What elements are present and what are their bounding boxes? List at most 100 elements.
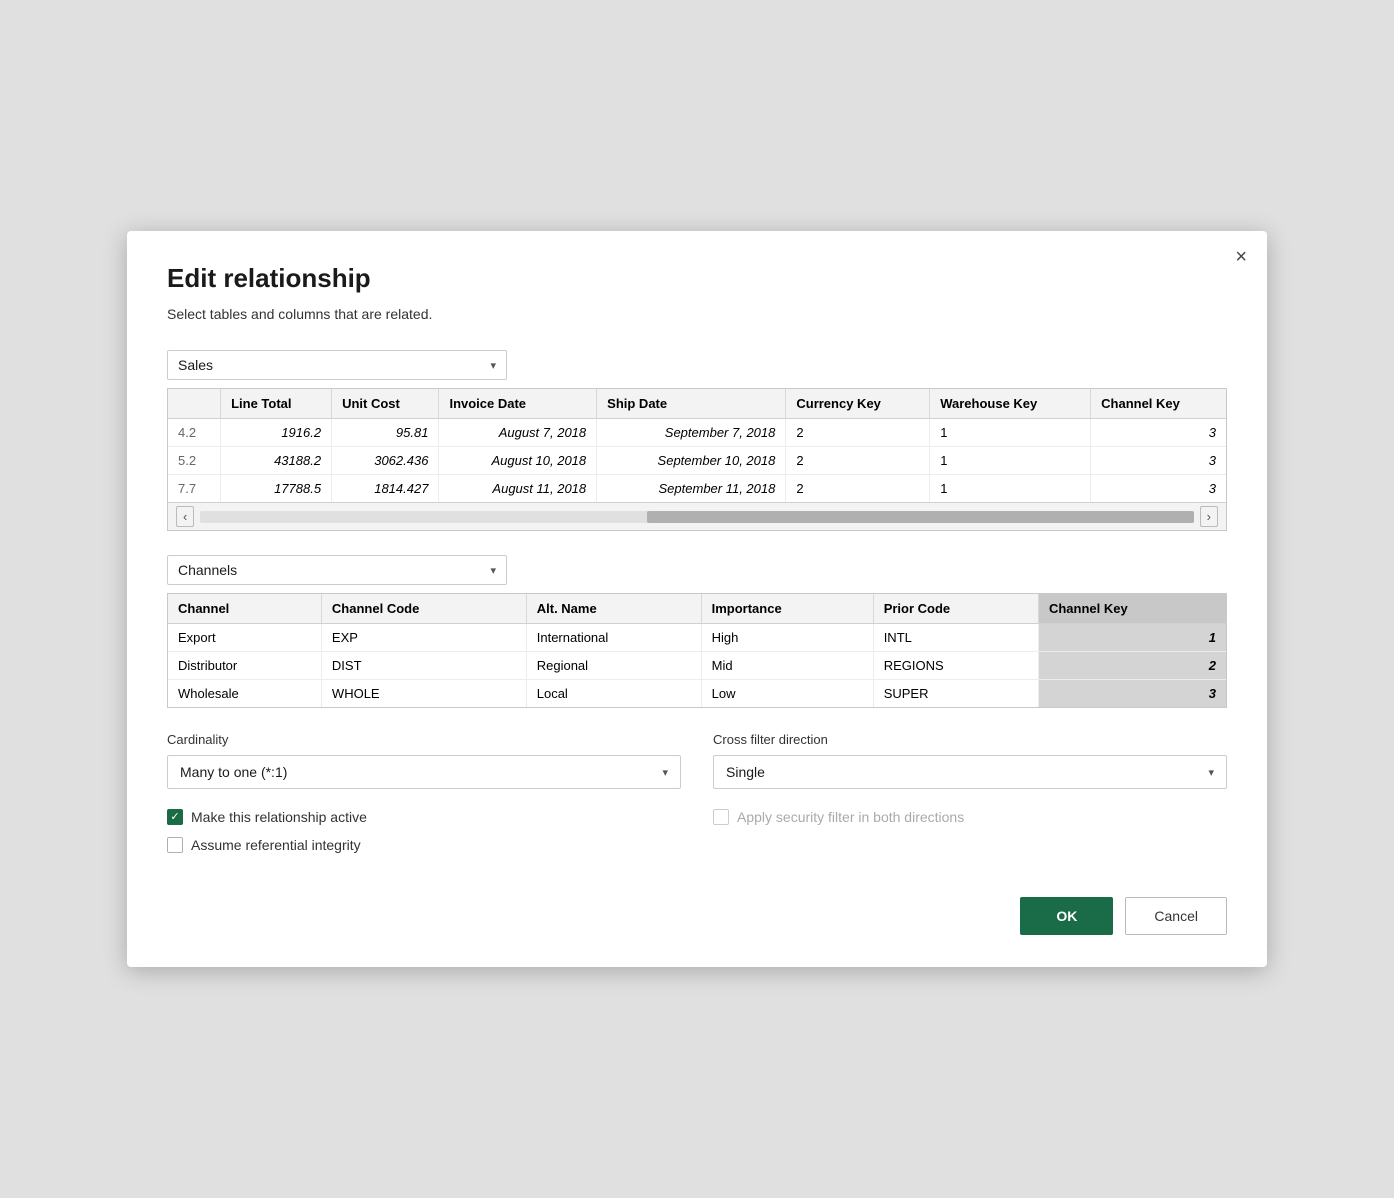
scroll-thumb bbox=[647, 511, 1193, 523]
scroll-right-button[interactable]: › bbox=[1200, 506, 1218, 527]
dialog-title: Edit relationship bbox=[167, 263, 1227, 294]
col-header-num bbox=[168, 389, 221, 419]
table2-dropdown-value: Channels bbox=[178, 562, 237, 578]
row-num: 4.2 bbox=[168, 419, 221, 447]
close-button[interactable]: × bbox=[1235, 247, 1247, 267]
col2-header-alt-name: Alt. Name bbox=[526, 594, 701, 624]
cell-prior-code: REGIONS bbox=[873, 652, 1038, 680]
cell-unit-cost: 95.81 bbox=[332, 419, 439, 447]
table1-dropdown[interactable]: Sales ▾ bbox=[167, 350, 507, 380]
scroll-left-button[interactable]: ‹ bbox=[176, 506, 194, 527]
cell-channel-key: 2 bbox=[1038, 652, 1226, 680]
options-right: Apply security filter in both directions bbox=[713, 809, 1227, 865]
col-header-channel-key: Channel Key bbox=[1091, 389, 1226, 419]
col2-header-importance: Importance bbox=[701, 594, 873, 624]
col-header-warehouse-key: Warehouse Key bbox=[930, 389, 1091, 419]
footer-buttons: OK Cancel bbox=[167, 897, 1227, 935]
cardinality-col: Cardinality Many to one (*:1) ▾ bbox=[167, 732, 681, 789]
cell-channel-key: 3 bbox=[1091, 419, 1226, 447]
col-header-unit-cost: Unit Cost bbox=[332, 389, 439, 419]
table-row: Distributor DIST Regional Mid REGIONS 2 bbox=[168, 652, 1226, 680]
table2-grid: Channel Channel Code Alt. Name Importanc… bbox=[168, 594, 1226, 707]
cell-ship-date: September 7, 2018 bbox=[597, 419, 786, 447]
cell-prior-code: SUPER bbox=[873, 680, 1038, 708]
cross-filter-dropdown[interactable]: Single ▾ bbox=[713, 755, 1227, 789]
checkbox2-label: Apply security filter in both directions bbox=[737, 809, 964, 825]
table1-dropdown-value: Sales bbox=[178, 357, 213, 373]
cell-line-total: 43188.2 bbox=[221, 447, 332, 475]
cell-warehouse-key: 1 bbox=[930, 475, 1091, 503]
row-num: 5.2 bbox=[168, 447, 221, 475]
table-row: 5.2 43188.2 3062.436 August 10, 2018 Sep… bbox=[168, 447, 1226, 475]
table-row: 7.7 17788.5 1814.427 August 11, 2018 Sep… bbox=[168, 475, 1226, 503]
table1-wrapper: Line Total Unit Cost Invoice Date Ship D… bbox=[167, 388, 1227, 531]
cell-invoice-date: August 11, 2018 bbox=[439, 475, 597, 503]
cell-channel: Distributor bbox=[168, 652, 321, 680]
checkbox1-row: ✓ Make this relationship active bbox=[167, 809, 681, 825]
col-header-currency-key: Currency Key bbox=[786, 389, 930, 419]
col2-header-prior-code: Prior Code bbox=[873, 594, 1038, 624]
cell-ship-date: September 10, 2018 bbox=[597, 447, 786, 475]
cell-currency-key: 2 bbox=[786, 475, 930, 503]
cell-currency-key: 2 bbox=[786, 419, 930, 447]
checkbox3-label[interactable]: Assume referential integrity bbox=[191, 837, 361, 853]
checkbox3[interactable] bbox=[167, 837, 183, 853]
cell-code: WHOLE bbox=[321, 680, 526, 708]
cell-warehouse-key: 1 bbox=[930, 419, 1091, 447]
cell-unit-cost: 1814.427 bbox=[332, 475, 439, 503]
col-header-ship-date: Ship Date bbox=[597, 389, 786, 419]
table1-chevron-icon: ▾ bbox=[490, 359, 496, 372]
cancel-button[interactable]: Cancel bbox=[1125, 897, 1227, 935]
cell-warehouse-key: 1 bbox=[930, 447, 1091, 475]
edit-relationship-dialog: × Edit relationship Select tables and co… bbox=[127, 231, 1267, 967]
cell-alt-name: Local bbox=[526, 680, 701, 708]
checkbox3-row: Assume referential integrity bbox=[167, 837, 681, 853]
cell-channel-key: 3 bbox=[1038, 680, 1226, 708]
cell-alt-name: International bbox=[526, 624, 701, 652]
cell-code: DIST bbox=[321, 652, 526, 680]
cell-channel: Wholesale bbox=[168, 680, 321, 708]
cell-importance: Low bbox=[701, 680, 873, 708]
cross-filter-col: Cross filter direction Single ▾ bbox=[713, 732, 1227, 789]
table1-scrollbar[interactable]: ‹ › bbox=[168, 502, 1226, 530]
cell-channel: Export bbox=[168, 624, 321, 652]
cell-currency-key: 2 bbox=[786, 447, 930, 475]
cross-filter-label: Cross filter direction bbox=[713, 732, 1227, 747]
cardinality-chevron-icon: ▾ bbox=[662, 766, 668, 779]
cell-invoice-date: August 7, 2018 bbox=[439, 419, 597, 447]
table1-section: Sales ▾ Line Total Unit Cost Invoice Dat… bbox=[167, 350, 1227, 531]
cell-importance: Mid bbox=[701, 652, 873, 680]
checkbox2-row: Apply security filter in both directions bbox=[713, 809, 1227, 825]
options-row: ✓ Make this relationship active Assume r… bbox=[167, 809, 1227, 865]
cell-line-total: 17788.5 bbox=[221, 475, 332, 503]
bottom-controls: Cardinality Many to one (*:1) ▾ Cross fi… bbox=[167, 732, 1227, 789]
ok-button[interactable]: OK bbox=[1020, 897, 1113, 935]
cell-invoice-date: August 10, 2018 bbox=[439, 447, 597, 475]
checkmark-icon: ✓ bbox=[170, 812, 179, 823]
col2-header-channel-key: Channel Key bbox=[1038, 594, 1226, 624]
checkbox1-label[interactable]: Make this relationship active bbox=[191, 809, 367, 825]
table2-dropdown[interactable]: Channels ▾ bbox=[167, 555, 507, 585]
col-header-invoice-date: Invoice Date bbox=[439, 389, 597, 419]
cell-importance: High bbox=[701, 624, 873, 652]
cell-line-total: 1916.2 bbox=[221, 419, 332, 447]
cell-prior-code: INTL bbox=[873, 624, 1038, 652]
table1-grid: Line Total Unit Cost Invoice Date Ship D… bbox=[168, 389, 1226, 502]
table-row: 4.2 1916.2 95.81 August 7, 2018 Septembe… bbox=[168, 419, 1226, 447]
row-num: 7.7 bbox=[168, 475, 221, 503]
cardinality-value: Many to one (*:1) bbox=[180, 764, 287, 780]
cell-alt-name: Regional bbox=[526, 652, 701, 680]
cardinality-label: Cardinality bbox=[167, 732, 681, 747]
cross-filter-chevron-icon: ▾ bbox=[1208, 766, 1214, 779]
cell-ship-date: September 11, 2018 bbox=[597, 475, 786, 503]
col2-header-code: Channel Code bbox=[321, 594, 526, 624]
col-header-line-total: Line Total bbox=[221, 389, 332, 419]
scroll-track bbox=[200, 511, 1193, 523]
checkbox1[interactable]: ✓ bbox=[167, 809, 183, 825]
cell-code: EXP bbox=[321, 624, 526, 652]
checkbox2 bbox=[713, 809, 729, 825]
table2-section: Channels ▾ Channel Channel Code Alt. Nam… bbox=[167, 555, 1227, 708]
cell-channel-key: 1 bbox=[1038, 624, 1226, 652]
cardinality-dropdown[interactable]: Many to one (*:1) ▾ bbox=[167, 755, 681, 789]
cell-channel-key: 3 bbox=[1091, 447, 1226, 475]
